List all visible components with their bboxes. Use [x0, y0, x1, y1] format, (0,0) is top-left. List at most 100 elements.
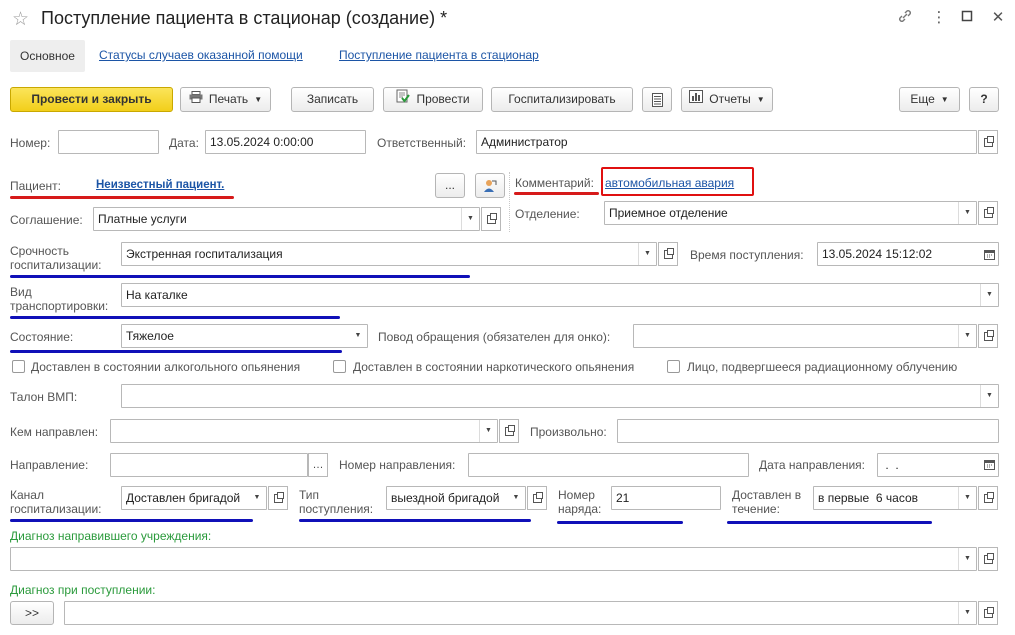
referred-by-label: Кем направлен: — [10, 425, 99, 439]
chevron-down-icon[interactable]: ▼ — [461, 208, 479, 230]
help-button[interactable]: ? — [969, 87, 999, 112]
arbitrary-label: Произвольно: — [530, 425, 607, 439]
diag-admission-open-button[interactable] — [978, 601, 998, 625]
chevron-down-icon[interactable]: ▼ — [958, 548, 976, 570]
agreement-open-button[interactable] — [481, 207, 501, 231]
channel-highlight-underline — [10, 519, 253, 522]
delivered-within-select[interactable]: в первые 6 часов ▼ — [813, 486, 977, 510]
channel-select[interactable]: Доставлен бригадой ▼ — [121, 486, 267, 510]
favorite-star-icon[interactable]: ☆ — [12, 8, 29, 31]
condition-label: Состояние: — [10, 330, 74, 344]
diag-admission-label: Диагноз при поступлении: — [10, 583, 156, 597]
window-title: Поступление пациента в стационар (создан… — [41, 8, 448, 28]
more-icon[interactable]: ⋮ — [929, 8, 949, 28]
vmp-select[interactable]: ▼ — [121, 384, 999, 408]
diag-referring-select[interactable]: ▼ — [10, 547, 977, 571]
urgency-select[interactable]: Экстренная госпитализация ▼ — [121, 242, 657, 266]
comment-value-link[interactable]: автомобильная авария — [605, 176, 734, 190]
reason-open-button[interactable] — [978, 324, 998, 348]
tab-main[interactable]: Основное — [10, 40, 85, 72]
transport-select[interactable]: На каталке ▼ — [121, 283, 999, 307]
open-icon — [504, 424, 515, 436]
chevron-down-icon[interactable]: ▼ — [248, 487, 266, 509]
open-icon — [983, 206, 994, 218]
diag-admission-select[interactable]: ▼ — [64, 601, 977, 625]
responsible-input[interactable]: Администратор — [476, 130, 977, 154]
arrival-time-input[interactable]: 13.05.2024 15:12:02 — [817, 242, 999, 266]
chevron-down-icon[interactable]: ▼ — [349, 325, 367, 347]
comment-label: Комментарий: — [515, 176, 594, 190]
department-select[interactable]: Приемное отделение ▼ — [604, 201, 977, 225]
arrival-time-label: Время поступления: — [690, 248, 804, 262]
alcohol-checkbox-label: Доставлен в состоянии алкогольного опьян… — [31, 360, 301, 374]
calendar-icon[interactable] — [980, 454, 998, 476]
date-input[interactable]: 13.05.2024 0:00:00 — [205, 130, 366, 154]
diag-referring-label: Диагноз направившего учреждения: — [10, 529, 212, 543]
open-icon — [983, 135, 994, 147]
print-button[interactable]: Печать ▼ — [180, 87, 271, 112]
document-list-button[interactable] — [642, 87, 672, 112]
reports-button[interactable]: Отчеты ▼ — [681, 87, 773, 112]
reason-label: Повод обращения (обязателен для онко): — [378, 330, 611, 344]
post-button[interactable]: Провести — [383, 87, 483, 112]
open-icon — [532, 491, 543, 503]
reason-select[interactable]: ▼ — [633, 324, 977, 348]
number-input[interactable] — [58, 130, 159, 154]
post-and-close-button[interactable]: Провести и закрыть — [10, 87, 173, 112]
chevron-down-icon[interactable]: ▼ — [507, 487, 525, 509]
arbitrary-input[interactable] — [617, 419, 999, 443]
department-open-button[interactable] — [978, 201, 998, 225]
chevron-down-icon[interactable]: ▼ — [958, 602, 976, 624]
close-icon[interactable]: ✕ — [988, 8, 1008, 28]
tab-case-statuses[interactable]: Статусы случаев оказанной помощи — [99, 48, 303, 62]
select-patient-button[interactable]: ... — [435, 173, 465, 198]
calendar-icon[interactable] — [980, 243, 998, 265]
alcohol-checkbox[interactable] — [12, 360, 25, 373]
referred-by-open-button[interactable] — [499, 419, 519, 443]
patient-highlight-underline — [10, 196, 234, 199]
radiation-checkbox[interactable] — [667, 360, 680, 373]
order-number-input[interactable]: 21 — [611, 486, 721, 510]
chevron-down-icon[interactable]: ▼ — [638, 243, 656, 265]
admission-type-open-button[interactable] — [527, 486, 547, 510]
open-icon — [983, 606, 994, 618]
hospitalize-button[interactable]: Госпитализировать — [491, 87, 633, 112]
chevron-down-icon[interactable]: ▼ — [958, 487, 976, 509]
urgency-open-button[interactable] — [658, 242, 678, 266]
expand-diagnosis-button[interactable]: >> — [10, 601, 54, 625]
chevron-down-icon[interactable]: ▼ — [980, 284, 998, 306]
responsible-label: Ответственный: — [377, 136, 467, 150]
link-icon[interactable] — [895, 8, 915, 28]
chevron-down-icon: ▼ — [756, 95, 765, 105]
chevron-down-icon[interactable]: ▼ — [958, 202, 976, 224]
open-icon — [983, 329, 994, 341]
more-actions-button[interactable]: Еще ▼ — [899, 87, 960, 112]
patient-card-button[interactable] — [475, 173, 505, 198]
diag-referring-open-button[interactable] — [978, 547, 998, 571]
post-document-icon — [396, 88, 411, 111]
referred-by-select[interactable]: ▼ — [110, 419, 498, 443]
patient-link[interactable]: Неизвестный пациент. — [96, 179, 224, 191]
referral-number-input[interactable] — [468, 453, 749, 477]
chevron-down-icon: ▼ — [254, 95, 263, 105]
tab-patient-admission[interactable]: Поступление пациента в стационар — [339, 48, 539, 62]
delivered-within-open-button[interactable] — [978, 486, 998, 510]
referral-input[interactable] — [110, 453, 308, 477]
admission-type-select[interactable]: выездной бригадой ▼ — [386, 486, 526, 510]
vmp-label: Талон ВМП: — [10, 390, 78, 404]
channel-open-button[interactable] — [268, 486, 288, 510]
referral-select-button[interactable]: … — [308, 453, 328, 477]
agreement-select[interactable]: Платные услуги ▼ — [93, 207, 480, 231]
responsible-open-button[interactable] — [978, 130, 998, 154]
chevron-down-icon[interactable]: ▼ — [958, 325, 976, 347]
drugs-checkbox[interactable] — [333, 360, 346, 373]
condition-select[interactable]: Тяжелое ▼ — [121, 324, 368, 348]
open-icon — [486, 212, 497, 224]
referral-date-input[interactable]: . . — [877, 453, 999, 477]
chevron-down-icon[interactable]: ▼ — [980, 385, 998, 407]
chevron-down-icon[interactable]: ▼ — [479, 420, 497, 442]
maximize-icon[interactable] — [957, 8, 977, 28]
save-button[interactable]: Записать — [291, 87, 374, 112]
delivered-within-label: Доставлен в течение: — [732, 488, 802, 516]
chevron-down-icon: ▼ — [940, 95, 949, 105]
